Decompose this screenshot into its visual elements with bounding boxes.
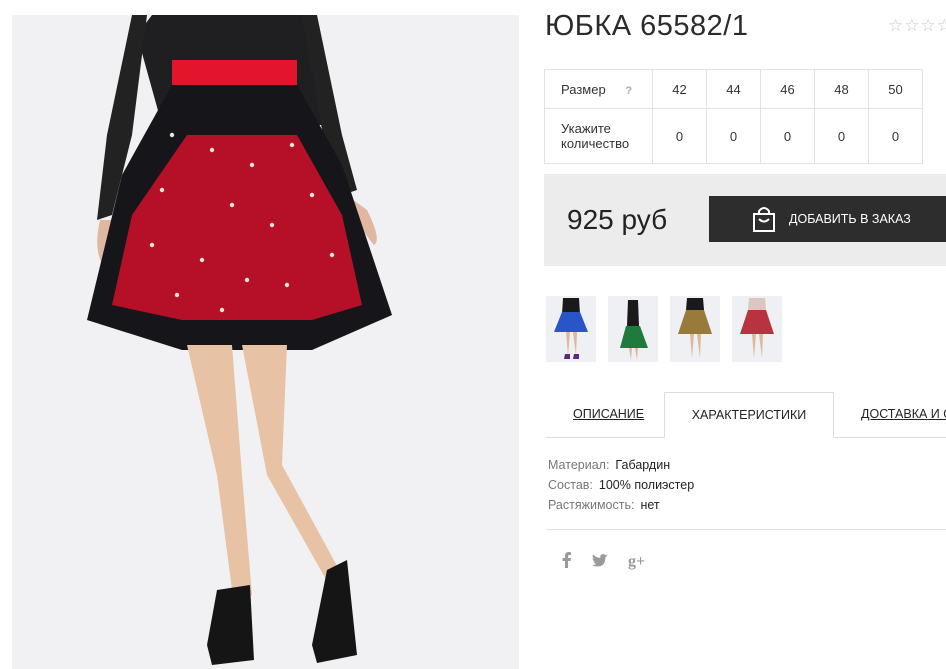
size-44: 44 — [706, 69, 761, 109]
tab-description[interactable]: ОПИСАНИЕ — [573, 392, 644, 437]
quantity-input-46[interactable]: 0 — [760, 108, 815, 164]
quantity-label: Укажите количество — [544, 108, 653, 164]
quantity-input-48[interactable]: 0 — [814, 108, 869, 164]
spec-composition: Состав: 100% полиэстер — [548, 475, 694, 495]
spec-material: Материал: Габардин — [548, 455, 694, 475]
tab-characteristics[interactable]: ХАРАКТЕРИСТИКИ — [664, 392, 834, 438]
size-quantity-table: Размер ? 42 44 46 48 50 Укажите количест… — [544, 69, 923, 164]
quantity-row: Укажите количество 0 0 0 0 0 — [544, 108, 923, 164]
divider — [546, 529, 946, 530]
product-main-photo[interactable] — [12, 15, 519, 669]
social-share: g+ — [562, 552, 645, 572]
spec-material-key: Материал: — [548, 458, 610, 472]
size-label-cell: Размер ? — [544, 69, 653, 109]
rating-stars[interactable]: ☆☆☆☆☆ — [888, 16, 946, 36]
tab-delivery[interactable]: ДОСТАВКА И О — [861, 392, 946, 437]
size-label: Размер — [561, 81, 606, 97]
variant-thumb-blue[interactable] — [546, 296, 596, 362]
quantity-input-44[interactable]: 0 — [706, 108, 761, 164]
size-42: 42 — [652, 69, 707, 109]
spec-composition-key: Состав: — [548, 478, 593, 492]
product-tabs: ОПИСАНИЕ ХАРАКТЕРИСТИКИ ДОСТАВКА И О — [546, 392, 946, 438]
facebook-icon[interactable] — [562, 552, 572, 572]
characteristics-list: Материал: Габардин Состав: 100% полиэстер … — [548, 455, 694, 515]
add-to-order-label: ДОБАВИТЬ В ЗАКАЗ — [789, 212, 911, 226]
size-50: 50 — [868, 69, 923, 109]
spec-stretch: Растяжимость: нет — [548, 495, 694, 515]
google-plus-icon[interactable]: g+ — [628, 553, 645, 571]
shopping-bag-icon — [751, 205, 777, 233]
spec-stretch-key: Растяжимость: — [548, 498, 635, 512]
size-row: Размер ? 42 44 46 48 50 — [544, 69, 923, 109]
add-to-order-button[interactable]: ДОБАВИТЬ В ЗАКАЗ — [709, 196, 946, 242]
size-46: 46 — [760, 69, 815, 109]
twitter-icon[interactable] — [592, 553, 608, 571]
color-variant-thumbnails — [546, 296, 782, 362]
price: 925 руб — [567, 204, 668, 235]
size-48: 48 — [814, 69, 869, 109]
buy-box: 925 руб ДОБАВИТЬ В ЗАКАЗ — [544, 174, 946, 266]
spec-composition-value: 100% полиэстер — [598, 478, 695, 492]
product-title: ЮБКА 65582/1 — [545, 10, 749, 42]
variant-thumb-gold[interactable] — [670, 296, 720, 362]
variant-thumb-red[interactable] — [732, 296, 782, 362]
size-help-icon[interactable]: ? — [625, 85, 632, 97]
quantity-input-50[interactable]: 0 — [868, 108, 923, 164]
spec-stretch-value: нет — [640, 498, 660, 512]
variant-thumb-green[interactable] — [608, 296, 658, 362]
spec-material-value: Габардин — [615, 458, 671, 472]
skirt-photo-illustration — [87, 15, 392, 665]
quantity-input-42[interactable]: 0 — [652, 108, 707, 164]
